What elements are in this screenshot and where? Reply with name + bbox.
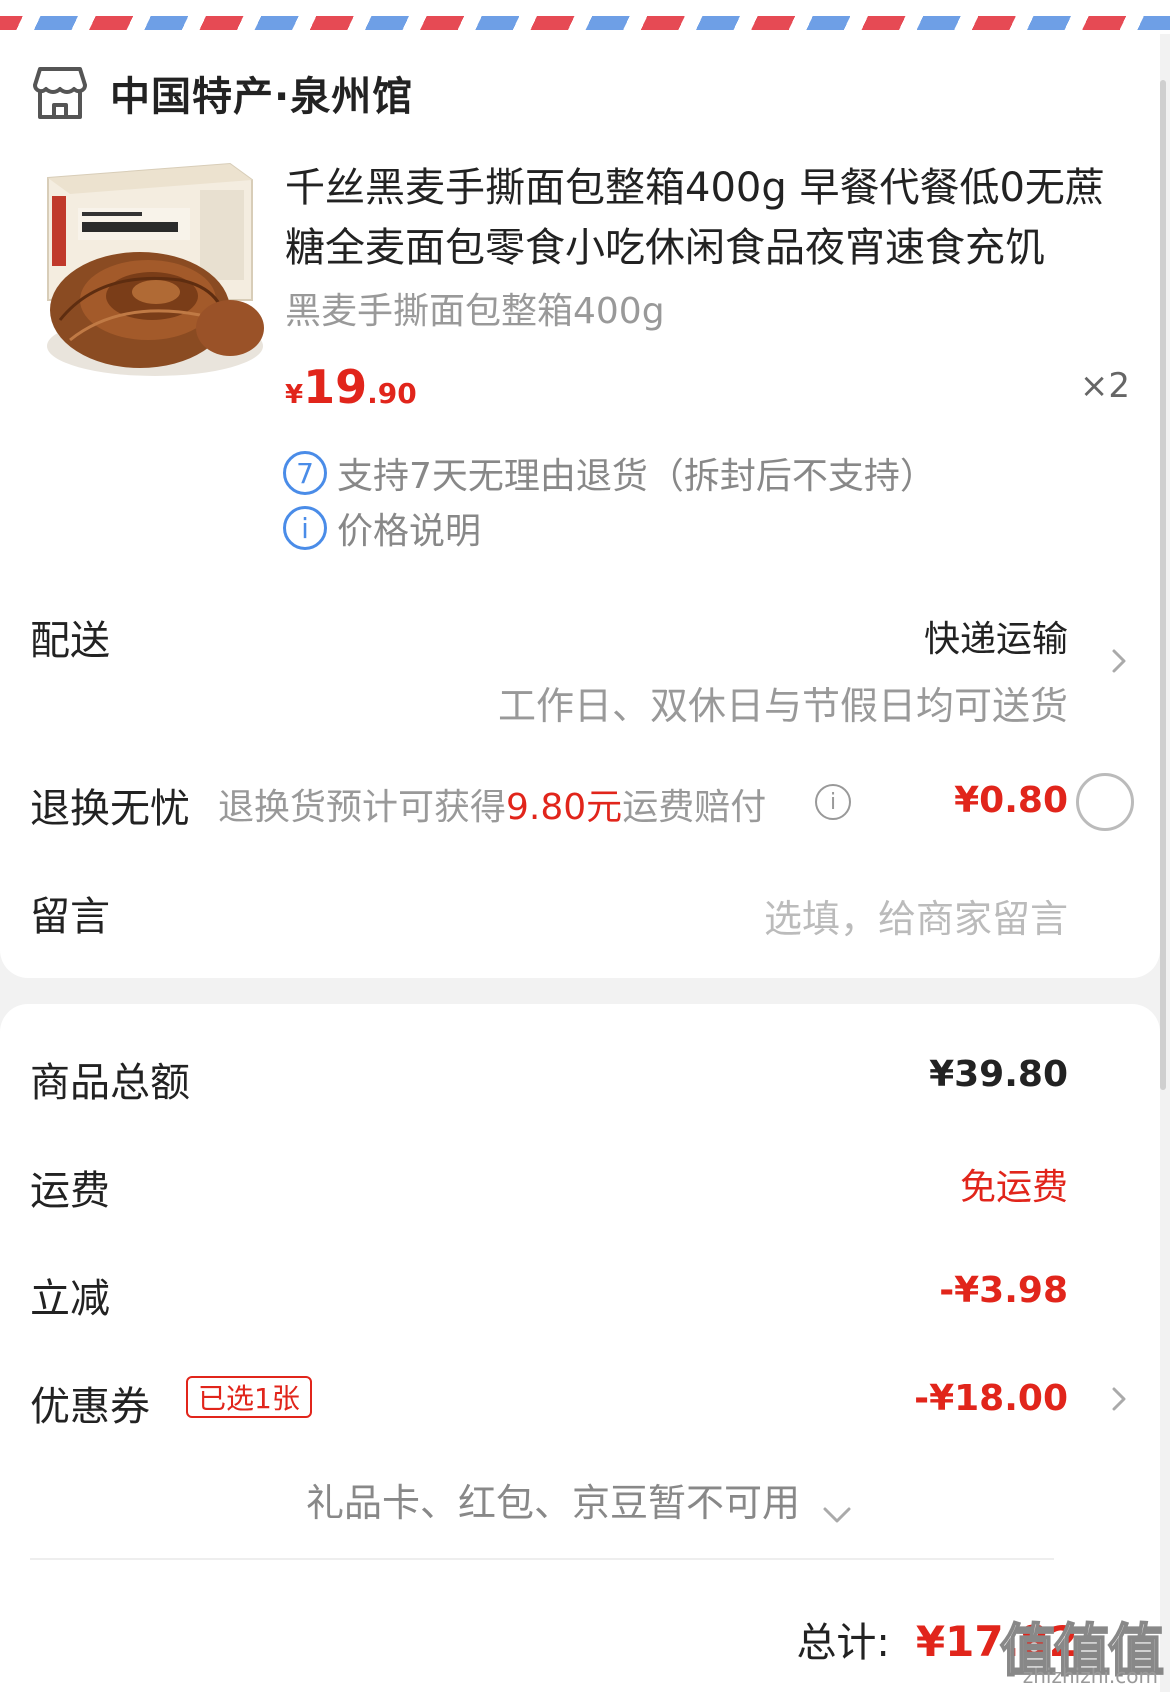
coupon-chevron-right-icon[interactable]	[1106, 1386, 1132, 1412]
return-worry-price: ¥0.80	[954, 780, 1068, 821]
instant-discount-value: -¥3.98	[939, 1270, 1068, 1311]
info-icon: i	[283, 506, 327, 550]
divider	[30, 1558, 1054, 1560]
order-confirm-page: 中国特产·泉州馆 千丝黑麦手撕面包整箱400g 早餐代餐低0无蔗糖全麦面包零食小…	[0, 0, 1170, 1692]
shipping-fee-label: 运费	[30, 1168, 110, 1214]
watermark-site: zhizhizhi.com	[1022, 1664, 1158, 1688]
total-label: 总计:	[796, 1620, 890, 1666]
message-input[interactable]: 选填，给商家留言	[764, 888, 1068, 943]
scrollbar[interactable]	[1160, 80, 1166, 1090]
return-info-icon[interactable]: i	[815, 784, 851, 820]
product-quantity: ×2	[1079, 366, 1130, 406]
delivery-method[interactable]: 快递运输	[924, 610, 1068, 662]
chevron-down-icon	[820, 1493, 854, 1522]
store-header[interactable]: 中国特产·泉州馆	[32, 58, 413, 128]
service-seven-day-return[interactable]: 7 支持7天无理由退货（拆封后不支持）	[283, 448, 936, 498]
coupon-selected-badge: 已选1张	[186, 1376, 312, 1418]
product-image[interactable]	[30, 150, 270, 390]
coupon-label: 优惠券	[30, 1384, 150, 1430]
service-text: 支持7天无理由退货（拆封后不支持）	[337, 456, 936, 497]
airmail-stripe	[0, 0, 1170, 34]
price-decimal: .90	[367, 377, 417, 410]
return-desc-suffix: 运费赔付	[622, 787, 767, 828]
price-integer: 19	[303, 360, 368, 414]
price-currency: ¥	[285, 380, 304, 410]
return-desc-amount: 9.80元	[506, 787, 623, 828]
product-price: ¥19.90	[285, 360, 417, 414]
message-label: 留言	[30, 894, 110, 940]
delivery-note: 工作日、双休日与节假日均可送货	[497, 684, 1068, 728]
return-desc-prefix: 退换货预计可获得	[218, 787, 507, 828]
store-name: 中国特产·泉州馆	[110, 74, 414, 120]
unavailable-payments-toggle[interactable]: 礼品卡、红包、京豆暂不可用	[0, 1472, 1160, 1527]
goods-total-label: 商品总额	[30, 1060, 190, 1106]
unavailable-payments-text: 礼品卡、红包、京豆暂不可用	[305, 1481, 800, 1525]
product-title[interactable]: 千丝黑麦手撕面包整箱400g 早餐代餐低0无蔗糖全麦面包零食小吃休闲食品夜宵速食…	[285, 158, 1135, 278]
service-text: 价格说明	[337, 511, 482, 552]
coupon-amount[interactable]: -¥18.00	[914, 1378, 1068, 1419]
seven-day-return-icon: 7	[283, 451, 327, 495]
instant-discount-label: 立减	[30, 1276, 110, 1322]
product-spec: 黑麦手撕面包整箱400g	[285, 291, 665, 332]
return-worry-desc: 退换货预计可获得9.80元运费赔付	[218, 778, 766, 830]
delivery-chevron-right-icon[interactable]	[1106, 648, 1132, 674]
shipping-fee-value: 免运费	[959, 1167, 1068, 1208]
service-price-explanation[interactable]: i 价格说明	[283, 503, 481, 553]
return-worry-radio[interactable]	[1076, 773, 1134, 831]
delivery-label: 配送	[30, 618, 110, 664]
return-worry-label: 退换无忧	[30, 786, 190, 832]
store-icon	[32, 63, 88, 123]
goods-total-value: ¥39.80	[929, 1054, 1068, 1095]
